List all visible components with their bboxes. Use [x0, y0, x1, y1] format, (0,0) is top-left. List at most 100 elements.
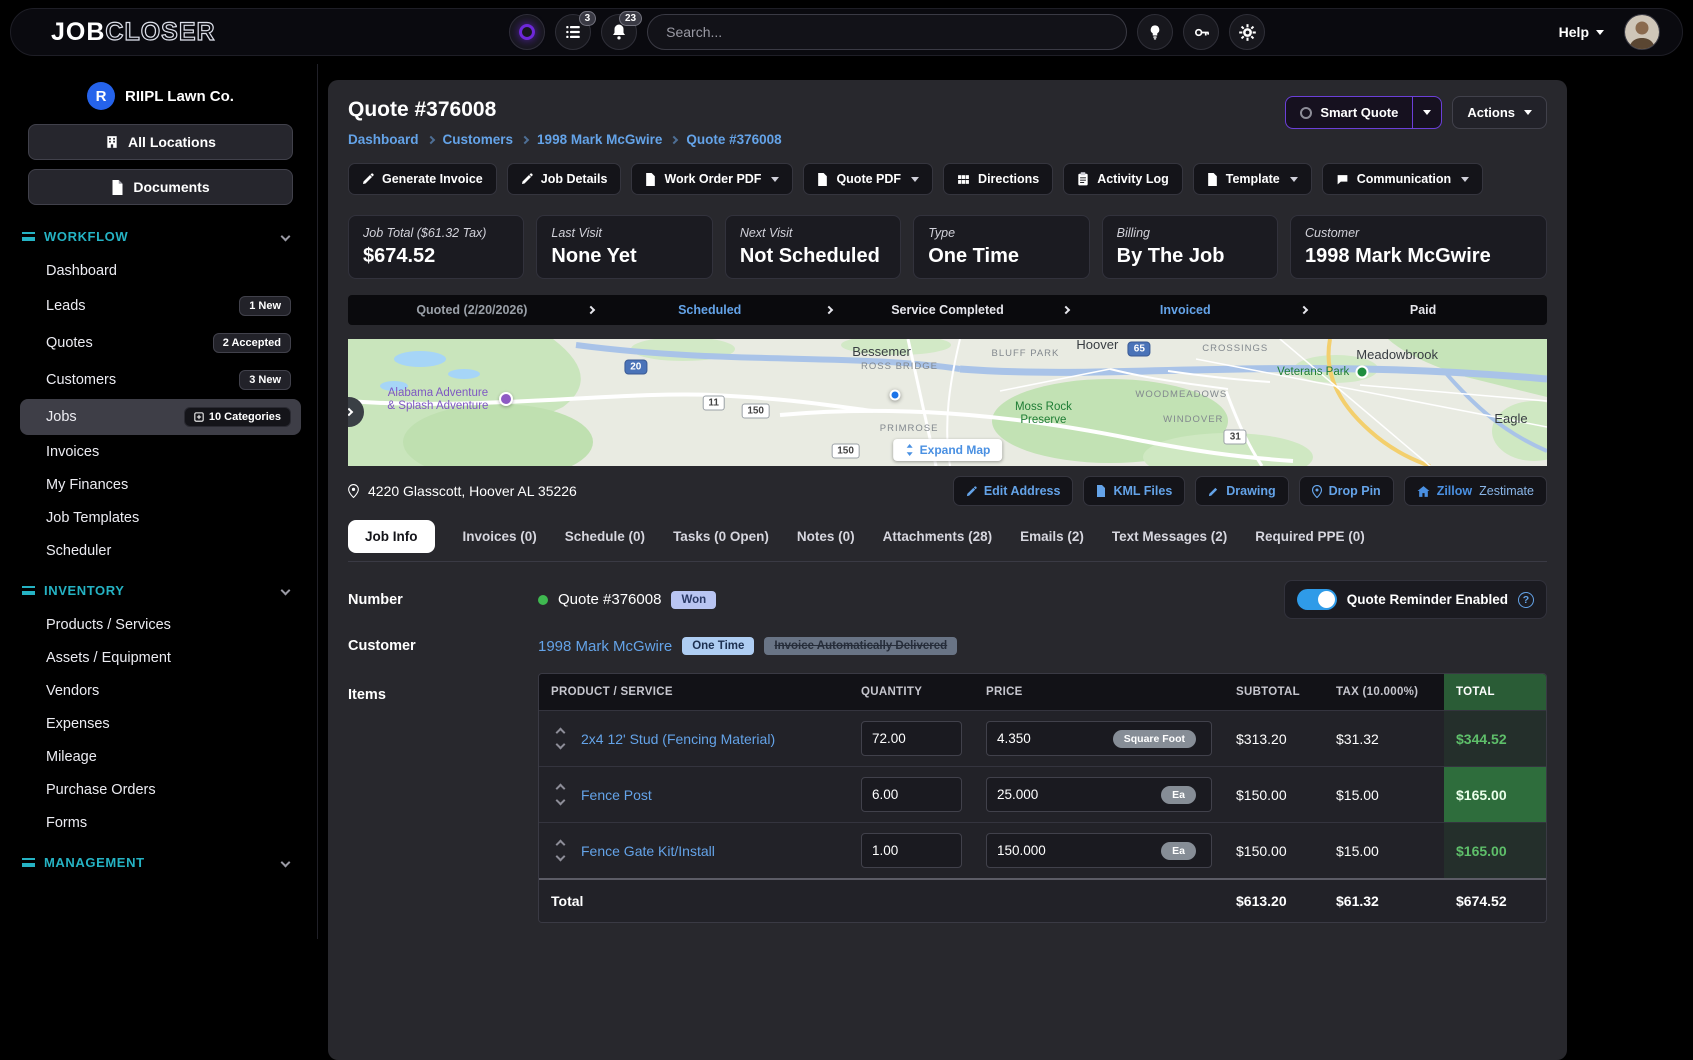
kml-files-button[interactable]: KML Files	[1083, 476, 1185, 506]
user-avatar[interactable]	[1624, 14, 1660, 50]
help-tooltip-icon[interactable]: ?	[1518, 592, 1534, 608]
job-details-button[interactable]: Job Details	[507, 163, 622, 195]
activity-feed-button[interactable]: 3	[555, 14, 591, 50]
chat-icon	[1336, 173, 1349, 186]
progress-step-invoiced[interactable]: Invoiced	[1069, 303, 1301, 317]
tab-job-info[interactable]: Job Info	[348, 520, 435, 553]
sidebar-item-invoices[interactable]: Invoices	[20, 436, 301, 468]
product-link[interactable]: Fence Post	[581, 787, 652, 803]
sidebar-item-dashboard[interactable]: Dashboard	[20, 255, 301, 287]
api-keys-button[interactable]	[1183, 14, 1219, 50]
quote-reminder-toggle[interactable]	[1297, 589, 1337, 610]
shield-150b: 150	[831, 444, 860, 459]
quantity-input[interactable]	[861, 777, 962, 812]
company-switcher[interactable]: R RIIPL Lawn Co.	[14, 82, 307, 110]
breadcrumb-customers[interactable]: Customers	[443, 132, 514, 147]
sidebar-item-leads[interactable]: Leads1 New	[20, 288, 301, 324]
breadcrumb-customer-name[interactable]: 1998 Mark McGwire	[537, 132, 662, 147]
smart-quote-button[interactable]: Smart Quote	[1285, 96, 1442, 129]
total-value: $165.00	[1444, 823, 1546, 878]
sidebar-item-scheduler[interactable]: Scheduler	[20, 535, 301, 567]
progress-step-service-completed[interactable]: Service Completed	[832, 303, 1064, 317]
sidebar-item-my-finances[interactable]: My Finances	[20, 469, 301, 501]
reorder-handle[interactable]	[539, 767, 569, 822]
quantity-input[interactable]	[861, 721, 962, 756]
col-quantity: QUANTITY	[849, 674, 974, 710]
location-map[interactable]: Bessemer ROSS BRIDGE BLUFF PARK Hoover C…	[348, 339, 1547, 466]
edit-address-button[interactable]: Edit Address	[953, 476, 1074, 506]
progress-step-quoted[interactable]: Quoted (2/20/2026)	[356, 303, 588, 317]
customer-link[interactable]: 1998 Mark McGwire	[538, 638, 672, 655]
sidebar-item-vendors[interactable]: Vendors	[20, 675, 301, 707]
quote-pdf-button[interactable]: Quote PDF	[803, 163, 933, 195]
chevron-down-icon	[1596, 30, 1604, 35]
sidebar-item-quotes[interactable]: Quotes2 Accepted	[20, 325, 301, 361]
smart-target-button[interactable]	[509, 14, 545, 50]
tips-button[interactable]	[1137, 14, 1173, 50]
inventory-title: INVENTORY	[44, 583, 125, 598]
product-link[interactable]: 2x4 12' Stud (Fencing Material)	[581, 731, 775, 747]
sidebar-item-job-templates[interactable]: Job Templates	[20, 502, 301, 534]
settings-button[interactable]	[1229, 14, 1265, 50]
template-button[interactable]: Template	[1193, 163, 1312, 195]
management-section-header[interactable]: MANAGEMENT	[14, 840, 307, 880]
generate-invoice-button[interactable]: Generate Invoice	[348, 163, 497, 195]
card-label: Customer	[1305, 226, 1532, 240]
work-order-pdf-button[interactable]: Work Order PDF	[631, 163, 793, 195]
directions-button[interactable]: Directions	[943, 163, 1053, 195]
sidebar-item-forms[interactable]: Forms	[20, 807, 301, 839]
workflow-section-header[interactable]: WORKFLOW	[14, 214, 307, 254]
activity-log-button[interactable]: Activity Log	[1063, 163, 1183, 195]
tab-invoices[interactable]: Invoices (0)	[463, 529, 537, 544]
sidebar-item-expenses[interactable]: Expenses	[20, 708, 301, 740]
progress-step-scheduled[interactable]: Scheduled	[594, 303, 826, 317]
customers-badge: 3 New	[239, 370, 291, 390]
inventory-section-header[interactable]: INVENTORY	[14, 568, 307, 608]
unit-badge[interactable]: Square Foot	[1113, 730, 1196, 748]
sidebar-item-assets-equipment[interactable]: Assets / Equipment	[20, 642, 301, 674]
expand-map-button[interactable]: Expand Map	[893, 439, 1003, 461]
drag-handle-icon	[22, 858, 35, 867]
tab-schedule[interactable]: Schedule (0)	[565, 529, 645, 544]
search-input[interactable]	[647, 14, 1127, 50]
reorder-handle[interactable]	[539, 711, 569, 766]
sidebar-item-customers[interactable]: Customers3 New	[20, 362, 301, 398]
zillow-zestimate-button[interactable]: Zillow Zestimate	[1404, 476, 1547, 506]
quantity-input[interactable]	[861, 833, 962, 868]
help-menu[interactable]: Help	[1559, 24, 1604, 40]
product-link[interactable]: Fence Gate Kit/Install	[581, 843, 715, 859]
address-text: 4220 Glasscott, Hoover AL 35226	[368, 483, 577, 499]
notifications-button[interactable]: 23	[601, 14, 637, 50]
drawing-button[interactable]: Drawing	[1195, 476, 1288, 506]
sidebar-item-products-services[interactable]: Products / Services	[20, 609, 301, 641]
tab-attachments[interactable]: Attachments (28)	[883, 529, 993, 544]
sidebar-item-jobs[interactable]: Jobs 10 Categories	[20, 399, 301, 435]
actions-button[interactable]: Actions	[1452, 96, 1547, 129]
communication-button[interactable]: Communication	[1322, 163, 1483, 195]
all-locations-button[interactable]: All Locations	[28, 124, 293, 160]
chevron-down-icon	[281, 586, 291, 596]
card-label: Job Total ($61.32 Tax)	[363, 226, 509, 240]
progress-step-paid[interactable]: Paid	[1307, 303, 1539, 317]
tab-emails[interactable]: Emails (2)	[1020, 529, 1084, 544]
sidebar-item-mileage[interactable]: Mileage	[20, 741, 301, 773]
button-label: Drop Pin	[1329, 484, 1381, 498]
unit-badge[interactable]: Ea	[1161, 786, 1196, 804]
documents-button[interactable]: Documents	[28, 169, 293, 205]
tab-tasks[interactable]: Tasks (0 Open)	[673, 529, 769, 544]
chevron-down-icon	[1461, 177, 1469, 182]
chevron-down-icon	[281, 232, 291, 242]
avatar-image	[1625, 15, 1659, 49]
footer-total: $674.52	[1444, 880, 1546, 922]
quotes-badge: 2 Accepted	[213, 333, 291, 353]
drop-pin-button[interactable]: Drop Pin	[1299, 476, 1394, 506]
unit-badge[interactable]: Ea	[1161, 842, 1196, 860]
tab-text-messages[interactable]: Text Messages (2)	[1112, 529, 1227, 544]
breadcrumb-dashboard[interactable]: Dashboard	[348, 132, 419, 147]
reorder-handle[interactable]	[539, 823, 569, 878]
sidebar-item-purchase-orders[interactable]: Purchase Orders	[20, 774, 301, 806]
tab-notes[interactable]: Notes (0)	[797, 529, 855, 544]
tab-required-ppe[interactable]: Required PPE (0)	[1255, 529, 1365, 544]
smart-quote-dropdown[interactable]	[1412, 97, 1441, 128]
breadcrumb-quote[interactable]: Quote #376008	[686, 132, 781, 147]
